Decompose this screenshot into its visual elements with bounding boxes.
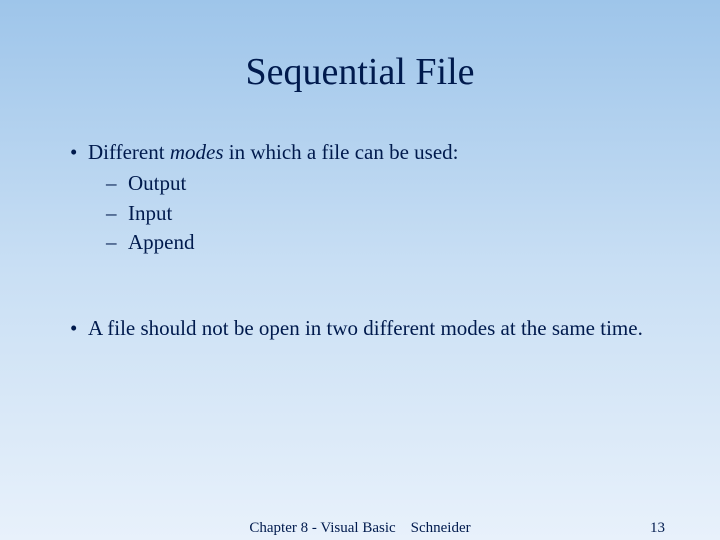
sub-input: – Input (106, 200, 650, 227)
sub-append: – Append (106, 229, 650, 256)
footer-chapter: Chapter 8 - Visual Basic Schneider (249, 520, 470, 537)
footer-page-number: 13 (650, 520, 665, 537)
sub-output-label: Output (128, 171, 186, 195)
sub-output: – Output (106, 170, 650, 197)
spacer (70, 260, 650, 315)
slide-content: • Different modes in which a file can be… (70, 139, 650, 342)
bullet-modes-prefix: Different (88, 140, 170, 164)
bullet-modes-text: Different modes in which a file can be u… (88, 140, 459, 164)
bullet-dot-icon: • (70, 315, 77, 342)
bullet-dot-icon: • (70, 139, 77, 166)
slide-title: Sequential File (70, 50, 650, 94)
bullet-modes: • Different modes in which a file can be… (70, 139, 650, 256)
bullet-modes-suffix: in which a file can be used: (224, 140, 459, 164)
bullet-warning: • A file should not be open in two diffe… (70, 315, 650, 342)
dash-icon: – (106, 200, 117, 227)
dash-icon: – (106, 170, 117, 197)
bullet-warning-text: A file should not be open in two differe… (88, 316, 643, 340)
dash-icon: – (106, 229, 117, 256)
sub-input-label: Input (128, 201, 172, 225)
sub-append-label: Append (128, 230, 195, 254)
bullet-modes-italic: modes (170, 140, 224, 164)
modes-sublist: – Output – Input – Append (106, 170, 650, 256)
slide-container: Sequential File • Different modes in whi… (0, 0, 720, 540)
